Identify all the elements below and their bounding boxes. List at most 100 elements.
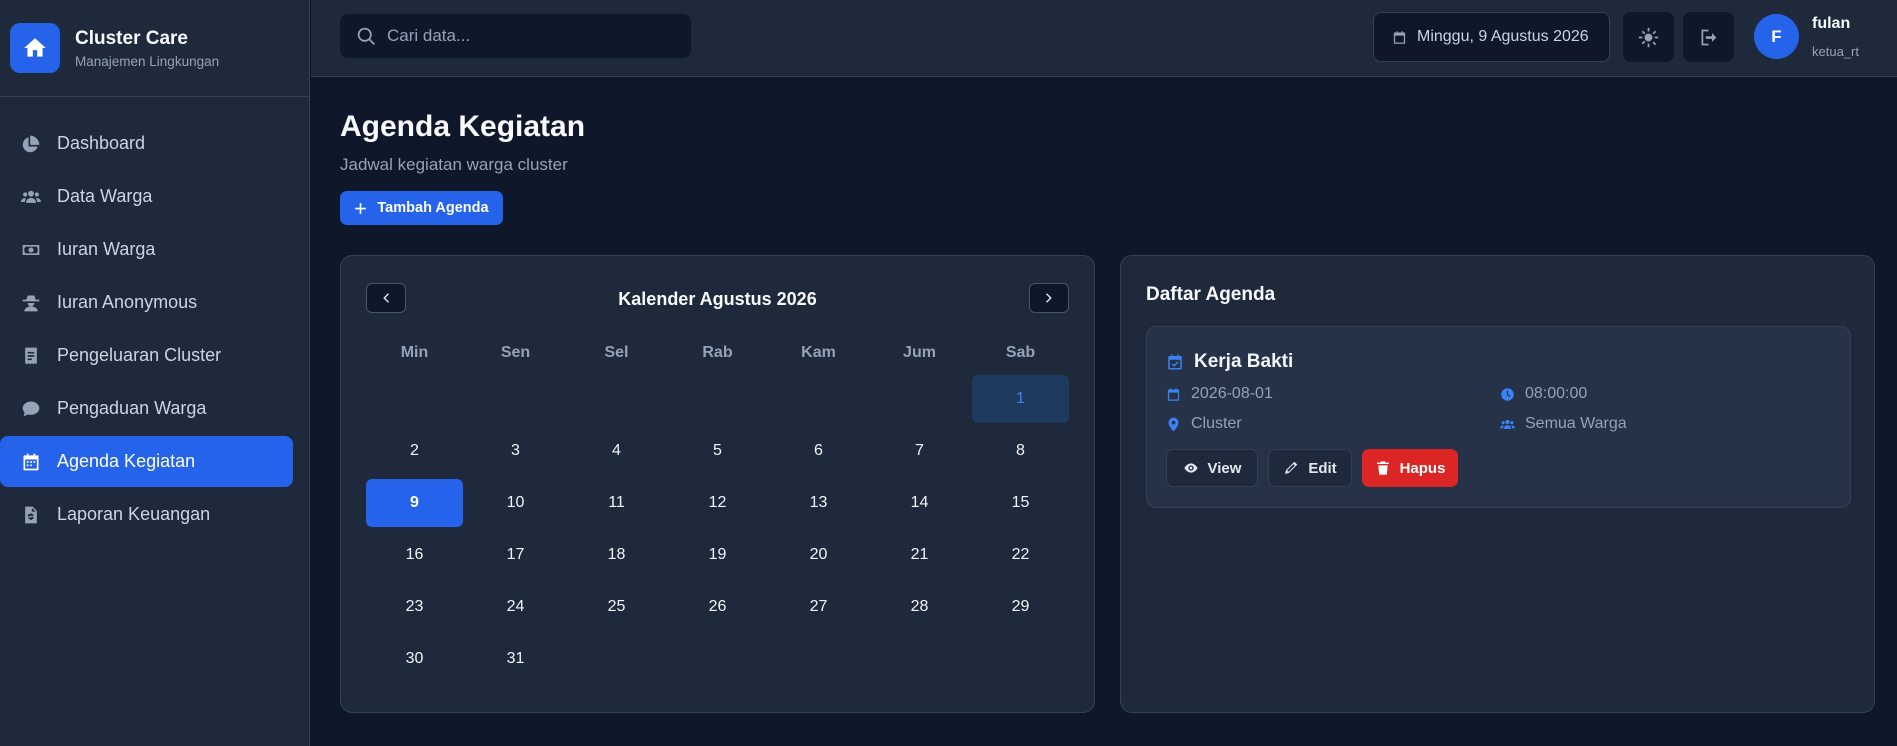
calendar-day[interactable]: 27: [770, 583, 867, 631]
calendar-day[interactable]: 1: [972, 375, 1069, 423]
calendar-day[interactable]: 2: [366, 427, 463, 475]
calendar-week-row: 16 17 18 19 20 21 22: [366, 531, 1073, 583]
sidebar-nav: Dashboard Data Warga Iuran Warga Iuran A…: [0, 97, 309, 540]
calendar-day[interactable]: 30: [366, 635, 463, 683]
sidebar-item-label: Dashboard: [57, 133, 146, 153]
sidebar-item-label: Data Warga: [57, 186, 153, 206]
page-title: Agenda Kegiatan: [340, 110, 586, 143]
calendar-day[interactable]: 9: [366, 479, 463, 527]
calendar-week-row: 23 24 25 26 27 28 29: [366, 583, 1073, 635]
user-name: fulan: [1812, 15, 1851, 32]
calendar-icon: [1393, 30, 1406, 44]
sidebar-item-iuran-warga[interactable]: Iuran Warga: [0, 224, 293, 275]
calendar-day[interactable]: 29: [972, 583, 1069, 631]
calendar-day[interactable]: 16: [366, 531, 463, 579]
calendar-week-row: 2345678: [366, 427, 1073, 479]
edit-button[interactable]: Edit: [1268, 449, 1352, 487]
weekday-header-row: Min Sen Sel Rab Kam Jum Sab: [366, 336, 1073, 369]
home-icon: [10, 23, 60, 73]
file-invoice-icon: [20, 504, 42, 526]
calendar-week-row: 9 10 11 12 13 14 15: [366, 479, 1073, 531]
calendar-day[interactable]: 19: [669, 531, 766, 579]
sidebar-item-laporan-keuangan[interactable]: Laporan Keuangan: [0, 489, 293, 540]
calendar-day[interactable]: 13: [770, 479, 867, 527]
plus-icon: [355, 202, 367, 214]
calendar-day[interactable]: 3: [467, 427, 564, 475]
users-icon: [20, 186, 42, 208]
calendar-check-icon: [1168, 354, 1182, 370]
calendar-day[interactable]: 12: [669, 479, 766, 527]
calendar-day[interactable]: 4: [568, 427, 665, 475]
agenda-item-participants: Semua Warga: [1500, 415, 1627, 433]
agenda-list-title: Daftar Agenda: [1146, 284, 1276, 305]
user-secret-icon: [20, 292, 42, 314]
calendar-title: Kalender Agustus 2026: [618, 289, 817, 309]
eye-icon: [1183, 463, 1198, 473]
agenda-list-card: Daftar Agenda Kerja Bakti 2026-08-01 08:…: [1120, 255, 1875, 713]
next-month-button[interactable]: [1029, 283, 1069, 313]
trash-icon: [1376, 461, 1389, 475]
avatar[interactable]: F: [1754, 14, 1799, 59]
agenda-item-date: 2026-08-01: [1166, 385, 1273, 403]
sidebar-item-pengaduan-warga[interactable]: Pengaduan Warga: [0, 383, 293, 434]
sidebar-item-label: Iuran Warga: [57, 239, 156, 259]
logout-button[interactable]: [1683, 12, 1734, 62]
theme-toggle-button[interactable]: [1623, 12, 1674, 62]
calendar-day[interactable]: 26: [669, 583, 766, 631]
calendar-day[interactable]: 18: [568, 531, 665, 579]
sidebar-item-dashboard[interactable]: Dashboard: [0, 118, 293, 169]
calendar-day[interactable]: 28: [871, 583, 968, 631]
calendar-empty-cell: [871, 635, 968, 683]
delete-button[interactable]: Hapus: [1362, 449, 1458, 487]
search-input[interactable]: [387, 26, 677, 46]
calendar-day[interactable]: 24: [467, 583, 564, 631]
weekday-label: Kam: [801, 344, 836, 361]
page-subtitle: Jadwal kegiatan warga cluster: [340, 155, 568, 174]
calendar-day[interactable]: 7: [871, 427, 968, 475]
view-button[interactable]: View: [1166, 449, 1258, 487]
sidebar-item-pengeluaran-cluster[interactable]: Pengeluaran Cluster: [0, 330, 293, 381]
calendar-week-row: 1: [366, 375, 1073, 427]
calendar-day[interactable]: 20: [770, 531, 867, 579]
current-date-text: Minggu, 9 Agustus 2026: [1417, 28, 1589, 45]
calendar-day[interactable]: 6: [770, 427, 867, 475]
sidebar-item-label: Laporan Keuangan: [57, 504, 211, 524]
clock-icon: [1501, 387, 1514, 401]
agenda-item-participants-text: Semua Warga: [1525, 415, 1627, 432]
sidebar-item-iuran-anonymous[interactable]: Iuran Anonymous: [0, 277, 293, 328]
agenda-item-time: 08:00:00: [1500, 385, 1587, 403]
calendar-day[interactable]: 5: [669, 427, 766, 475]
search-box: [340, 14, 691, 58]
brand-subtitle: Manajemen Lingkungan: [75, 53, 220, 69]
agenda-item-location-text: Cluster: [1191, 415, 1242, 432]
pencil-icon: [1285, 461, 1298, 474]
view-button-label: View: [1207, 459, 1242, 477]
calendar-empty-cell: [366, 375, 463, 423]
add-agenda-button[interactable]: Tambah Agenda: [340, 191, 503, 225]
agenda-item-date-text: 2026-08-01: [1191, 385, 1273, 402]
chart-pie-icon: [20, 133, 42, 155]
calendar-day[interactable]: 10: [467, 479, 564, 527]
weekday-label: Sab: [1005, 344, 1036, 361]
calendar-empty-cell: [871, 375, 968, 423]
calendar-day[interactable]: 14: [871, 479, 968, 527]
sidebar-item-agenda-kegiatan[interactable]: Agenda Kegiatan: [0, 436, 293, 487]
calendar-day[interactable]: 31: [467, 635, 564, 683]
sidebar-item-label: Pengaduan Warga: [57, 398, 207, 418]
weekday-label: Sel: [604, 344, 629, 361]
calendar-day[interactable]: 21: [871, 531, 968, 579]
calendar-day[interactable]: 17: [467, 531, 564, 579]
sidebar-item-data-warga[interactable]: Data Warga: [0, 171, 293, 222]
calendar-empty-cell: [669, 375, 766, 423]
calendar-day[interactable]: 23: [366, 583, 463, 631]
calendar-icon: [1167, 387, 1180, 401]
calendar-empty-cell: [669, 635, 766, 683]
calendar-day[interactable]: 8: [972, 427, 1069, 475]
agenda-item-title: Kerja Bakti: [1166, 351, 1293, 373]
sidebar: Cluster Care Manajemen Lingkungan Dashbo…: [0, 0, 310, 746]
calendar-day[interactable]: 22: [972, 531, 1069, 579]
calendar-day[interactable]: 15: [972, 479, 1069, 527]
calendar-grid: Min Sen Sel Rab Kam Jum Sab 1 2 3 4 5 6 7 8 9 10 11 12 13 14…: [366, 336, 1073, 687]
calendar-day[interactable]: 11: [568, 479, 665, 527]
calendar-day[interactable]: 25: [568, 583, 665, 631]
